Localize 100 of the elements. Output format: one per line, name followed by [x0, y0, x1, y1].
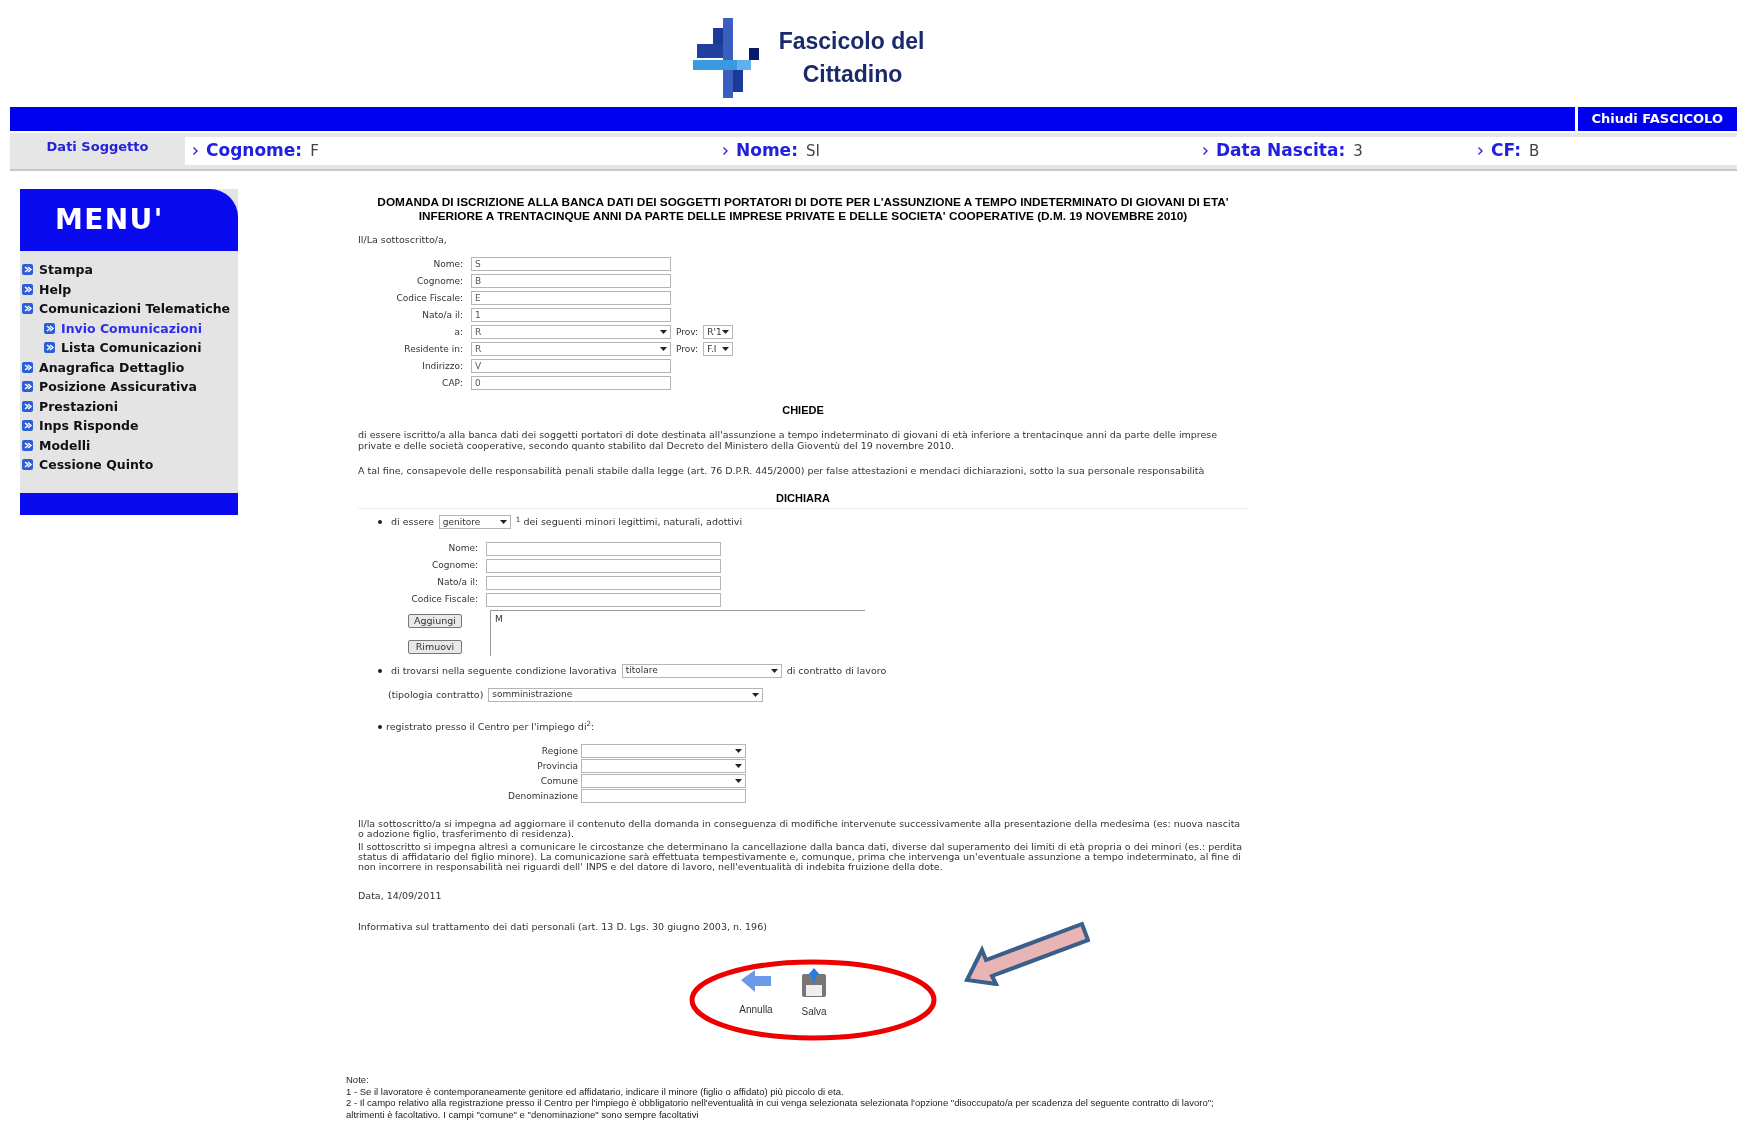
field-label: Residente in: — [403, 342, 463, 356]
paragraph: Il sottoscritto si impegna altresì a comunicare le circostanze che determinano la cancellazione dalla banca dati, diverse dal superamento dei limiti di età propria o dei minori (es.: perdita status di affidatario del figlio minore). La comunicazione sarà effettuata tempestivamente e, comunque, prima che intervenga un'eventuale assunzione a tempo indeterminato, al fine di non incorrere in responsabilità nei riguardi dell' INPS e del datore di lavoro, nell'eventualità di indebita fruizione della dote. — [358, 842, 1244, 873]
field-label: CAP: — [441, 376, 463, 390]
field-label: Codice Fiscale: — [395, 291, 463, 305]
caret-icon — [499, 520, 507, 525]
field-value: SI — [805, 140, 820, 162]
save-button[interactable]: Salva — [801, 967, 827, 1019]
field-label: Comune — [539, 774, 579, 788]
dropdown[interactable] — [581, 774, 747, 789]
field-label: CF: — [1491, 139, 1521, 163]
dropdown[interactable]: R — [471, 342, 671, 357]
menu-item[interactable]: Posizione Assicurativa — [22, 377, 238, 397]
menu-item[interactable]: Inps Risponde — [22, 416, 238, 436]
section-heading: CHIEDE — [781, 403, 825, 419]
floppy-disk-icon — [801, 967, 827, 998]
arrow-bullet-icon — [22, 400, 33, 412]
arrow-bullet-icon — [22, 381, 33, 393]
field-label: Nato/a il: — [421, 308, 463, 322]
arrow-bullet-icon — [22, 439, 33, 451]
input-field[interactable]: B — [471, 274, 671, 289]
field-label: Cognome: — [430, 558, 478, 572]
list-item[interactable]: M — [494, 612, 865, 626]
input-field[interactable] — [581, 789, 747, 804]
bullet-icon — [378, 520, 382, 525]
section-heading: DICHIARA — [358, 489, 1248, 510]
input-field[interactable]: 1 — [471, 308, 671, 323]
remove-button[interactable]: Rimuovi — [408, 639, 462, 654]
menu-item[interactable]: Comunicazioni Telematiche — [22, 299, 238, 319]
bullet-text: $^{1}$ dei seguenti minori legittimi, naturali, adottivi — [515, 515, 743, 530]
caret-icon — [722, 330, 730, 335]
bullet-icon — [378, 668, 382, 673]
caret-icon — [752, 692, 760, 697]
dropdown[interactable] — [581, 759, 747, 774]
logo-title: Fascicolo del — [778, 30, 925, 53]
date-text: Data, 14/09/2011 — [358, 889, 443, 904]
arrow-bullet-icon — [22, 283, 33, 295]
arrow-bullet-icon — [22, 459, 33, 471]
arrow-bullet-icon — [22, 361, 33, 373]
chevron-icon — [1203, 147, 1208, 155]
bullet-text: registrato presso il Centro per l'impiego di$^{2}$: — [386, 720, 595, 734]
chevron-icon — [723, 147, 728, 155]
input-field[interactable] — [486, 592, 721, 607]
menu-item[interactable]: Lista Comunicazioni — [22, 338, 238, 358]
menu-item[interactable]: Cessione Quinto — [22, 455, 238, 475]
intro-text: Il/La sottoscritto/a, — [358, 233, 448, 247]
caret-icon — [660, 330, 667, 335]
note-text: 2 - Il campo relativo alla registrazione presso il Centro per l'impiego è obbligatorio nell'eventualità in cui venga selezionata selezionata l'opzione "disoccupato/a per scadenza del seguente contratto di lavoro"; altrimenti è facoltativo. I campi "comune" e "denominazione" sono sempre facoltativi — [346, 1097, 1215, 1120]
input-field[interactable]: 0 — [471, 376, 671, 391]
field-value: F — [310, 140, 319, 162]
chevron-icon — [193, 147, 198, 155]
caret-icon — [735, 779, 743, 784]
bullet-icon — [378, 725, 382, 730]
field-label: Nome: — [736, 139, 798, 163]
dropdown[interactable]: R'1 — [703, 325, 734, 340]
menu-item[interactable]: Modelli — [22, 435, 238, 455]
field-label: Nome: — [447, 541, 478, 555]
field-label: Denominazione — [508, 789, 579, 803]
privacy-text: Informativa sul trattamento dei dati personali (art. 13 D. Lgs. 30 giugno 2003, n. 196) — [358, 919, 768, 934]
bullet-text: di contratto di lavoro — [786, 663, 887, 678]
caret-icon — [735, 749, 743, 754]
arrow-bullet-icon — [22, 264, 33, 276]
minors-list[interactable]: M — [489, 609, 865, 656]
logo-title: Cittadino — [801, 63, 904, 86]
caret-icon — [722, 347, 730, 352]
dropdown[interactable]: F.I — [703, 342, 734, 357]
cancel-button[interactable]: Annulla — [739, 967, 773, 1019]
input-field[interactable] — [486, 575, 721, 590]
note-text: 1 - Se il lavoratore è contemporaneamente genitore ed affidatario, indicare il minore (figlio o affidato) più piccolo di eta. — [346, 1085, 845, 1097]
bullet-text: di trovarsi nella seguente condizione lavorativa — [391, 663, 617, 678]
caret-icon — [770, 668, 778, 673]
menu-item[interactable]: Prestazioni — [22, 396, 238, 416]
arrow-bullet-icon — [22, 420, 33, 432]
menu-item[interactable]: Invio Comunicazioni — [22, 318, 238, 338]
dropdown[interactable] — [581, 744, 747, 759]
menu-item[interactable]: Anagrafica Dettaglio — [22, 357, 238, 377]
paragraph: Il/la sottoscritto/a si impegna ad aggiornare il contenuto della domanda in conseguenza di modifiche intervenute successivamente alla presentazione della medesima (es: nuova nascita o adozione figlio, trasferimento di residenza). — [358, 819, 1242, 840]
field-label: (tipologia contratto) — [388, 687, 484, 702]
field-label: Nato/a il: — [436, 575, 478, 589]
field-label: Cognome: — [206, 139, 303, 163]
dropdown[interactable]: titolare — [621, 663, 782, 678]
arrow-bullet-icon — [44, 342, 55, 354]
field-label: Codice Fiscale: — [410, 592, 478, 606]
dropdown[interactable]: R — [471, 325, 671, 340]
arrow-bullet-icon — [22, 303, 33, 315]
menu-title: MENU' — [55, 202, 164, 238]
dropdown[interactable]: somministrazione — [488, 687, 764, 702]
notes-title: Note: — [346, 1074, 370, 1086]
input-field[interactable]: E — [471, 291, 671, 306]
input-field[interactable] — [486, 558, 721, 573]
dropdown[interactable]: genitore — [438, 515, 511, 530]
bullet-text: di essere — [391, 515, 434, 530]
arrow-bullet-icon — [44, 322, 55, 334]
field-label: a: — [453, 325, 463, 339]
form-title: DOMANDA DI ISCRIZIONE ALLA BANCA DATI DEI SOGGETTI PORTATORI DI DOTE PER L'ASSUNZIONE A TEMPO INDETERMINATO DI GIOVANI DI ETA' INFERIORE A TRENTACINQUE ANNI DA PARTE DELLE IMPRESE PRIVATE E DELLE SOCIETA' COOPERATIVE (D.M. 19 NOVEMBRE 2010) — [376, 195, 1230, 223]
input-field[interactable] — [486, 541, 721, 556]
add-button[interactable]: Aggiungi — [408, 613, 462, 628]
input-field[interactable]: S — [471, 257, 671, 272]
input-field[interactable]: V — [471, 359, 671, 374]
menu-item[interactable]: Stampa — [22, 260, 238, 280]
menu-item[interactable]: Help — [22, 279, 238, 299]
